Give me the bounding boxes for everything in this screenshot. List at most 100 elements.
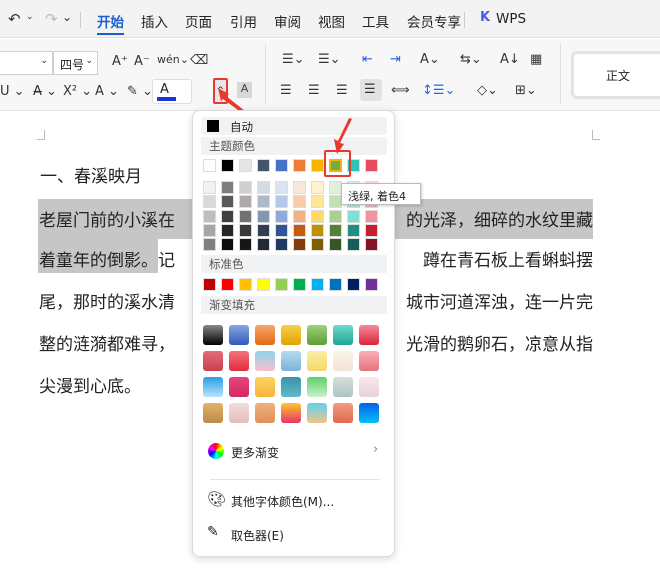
- theme-color-swatch[interactable]: [257, 159, 270, 172]
- wps-ai-button[interactable]: WPS: [496, 11, 526, 27]
- standard-color-swatch[interactable]: [257, 278, 270, 291]
- theme-shade-swatch[interactable]: [239, 209, 252, 223]
- tab-view[interactable]: 视图: [318, 11, 345, 31]
- gradient-swatch[interactable]: [229, 377, 249, 397]
- gradient-swatch[interactable]: [203, 403, 223, 423]
- theme-color-swatch[interactable]: [221, 159, 234, 172]
- theme-shade-swatch[interactable]: [257, 181, 270, 194]
- align-left-icon[interactable]: ☰: [280, 83, 292, 98]
- theme-shade-swatch[interactable]: [347, 209, 360, 223]
- gradient-swatch[interactable]: [203, 377, 223, 397]
- gradient-swatch[interactable]: [359, 403, 379, 423]
- theme-shade-swatch[interactable]: [257, 195, 270, 209]
- gradient-swatch[interactable]: [255, 403, 275, 423]
- text-effect-icon[interactable]: A ⌄: [95, 84, 119, 99]
- style-normal[interactable]: 正文: [571, 51, 660, 99]
- text-direction-icon[interactable]: A⌄: [420, 52, 440, 67]
- theme-shade-swatch[interactable]: [257, 238, 270, 252]
- underline-icon[interactable]: U ⌄: [0, 84, 25, 99]
- theme-shade-swatch[interactable]: [293, 238, 306, 252]
- gradient-swatch[interactable]: [307, 377, 327, 397]
- numbered-list-icon[interactable]: ☰⌄: [318, 52, 341, 67]
- theme-color-swatch[interactable]: [275, 159, 288, 172]
- tab-references[interactable]: 引用: [230, 11, 257, 31]
- tab-review[interactable]: 审阅: [274, 11, 301, 31]
- theme-shade-swatch[interactable]: [311, 181, 324, 194]
- tab-page[interactable]: 页面: [185, 11, 212, 31]
- shrink-font-icon[interactable]: A⁻: [134, 54, 150, 69]
- theme-shade-swatch[interactable]: [293, 223, 306, 237]
- theme-shade-swatch[interactable]: [311, 223, 324, 237]
- undo-dropdown-icon[interactable]: ⌄: [26, 12, 34, 22]
- decrease-indent-icon[interactable]: ⇤: [362, 52, 373, 67]
- theme-shade-swatch[interactable]: [293, 181, 306, 194]
- phonetic-guide-icon[interactable]: wén⌄: [157, 53, 189, 66]
- distributed-icon[interactable]: ⟺: [391, 83, 410, 98]
- more-gradients-item[interactable]: 更多渐变 ›: [201, 439, 387, 463]
- theme-shade-swatch[interactable]: [203, 181, 216, 194]
- theme-color-swatch[interactable]: [293, 159, 306, 172]
- theme-shade-swatch[interactable]: [347, 238, 360, 252]
- standard-color-swatch[interactable]: [293, 278, 306, 291]
- gradient-swatch[interactable]: [255, 377, 275, 397]
- tab-tools[interactable]: 工具: [362, 11, 389, 31]
- standard-color-swatch[interactable]: [203, 278, 216, 291]
- gradient-swatch[interactable]: [281, 351, 301, 371]
- standard-color-swatch[interactable]: [329, 278, 342, 291]
- justify-icon[interactable]: ☰: [360, 79, 382, 101]
- gradient-swatch[interactable]: [229, 325, 249, 345]
- gradient-swatch[interactable]: [333, 325, 353, 345]
- gradient-swatch[interactable]: [281, 325, 301, 345]
- undo-icon[interactable]: ↶: [8, 10, 21, 28]
- standard-color-swatch[interactable]: [221, 278, 234, 291]
- theme-shade-swatch[interactable]: [293, 209, 306, 223]
- gradient-swatch[interactable]: [229, 403, 249, 423]
- gradient-swatch[interactable]: [359, 325, 379, 345]
- highlight-icon[interactable]: ✎ ⌄: [127, 84, 153, 99]
- tab-home[interactable]: 开始: [97, 11, 124, 35]
- gradient-swatch[interactable]: [229, 351, 249, 371]
- bullet-list-icon[interactable]: ☰⌄: [282, 52, 305, 67]
- theme-shade-swatch[interactable]: [311, 209, 324, 223]
- standard-color-swatch[interactable]: [239, 278, 252, 291]
- theme-shade-swatch[interactable]: [203, 195, 216, 209]
- gradient-swatch[interactable]: [281, 403, 301, 423]
- theme-shade-swatch[interactable]: [311, 195, 324, 209]
- theme-shade-swatch[interactable]: [293, 195, 306, 209]
- standard-color-swatch[interactable]: [275, 278, 288, 291]
- theme-shade-swatch[interactable]: [329, 209, 342, 223]
- theme-shade-swatch[interactable]: [203, 209, 216, 223]
- line-spacing-icon[interactable]: ↕☰⌄: [422, 83, 455, 98]
- theme-shade-swatch[interactable]: [365, 238, 378, 252]
- theme-shade-swatch[interactable]: [221, 195, 234, 209]
- gradient-swatch[interactable]: [203, 325, 223, 345]
- grow-font-icon[interactable]: A⁺: [112, 54, 128, 69]
- theme-shade-swatch[interactable]: [329, 223, 342, 237]
- clear-format-icon[interactable]: ⌫: [190, 53, 208, 68]
- gradient-swatch[interactable]: [281, 377, 301, 397]
- theme-shade-swatch[interactable]: [365, 209, 378, 223]
- theme-shade-swatch[interactable]: [221, 181, 234, 194]
- gradient-swatch[interactable]: [333, 351, 353, 371]
- gradient-swatch[interactable]: [307, 325, 327, 345]
- line-break-icon[interactable]: ⇆⌄: [460, 52, 482, 67]
- increase-indent-icon[interactable]: ⇥: [390, 52, 401, 67]
- gradient-swatch[interactable]: [307, 403, 327, 423]
- theme-shade-swatch[interactable]: [275, 181, 288, 194]
- theme-shade-swatch[interactable]: [311, 238, 324, 252]
- theme-shade-swatch[interactable]: [365, 223, 378, 237]
- more-dropdown-icon[interactable]: ⌄: [62, 10, 72, 24]
- theme-shade-swatch[interactable]: [275, 223, 288, 237]
- redo-icon[interactable]: ↷: [45, 10, 58, 28]
- theme-color-swatch[interactable]: [239, 159, 252, 172]
- superscript-icon[interactable]: X² ⌄: [63, 84, 92, 99]
- eyedropper-item[interactable]: ✎ 取色器(E): [201, 522, 387, 546]
- theme-shade-swatch[interactable]: [221, 238, 234, 252]
- theme-shade-swatch[interactable]: [203, 238, 216, 252]
- theme-shade-swatch[interactable]: [239, 195, 252, 209]
- gradient-swatch[interactable]: [333, 377, 353, 397]
- tab-insert[interactable]: 插入: [141, 11, 168, 31]
- sort-icon[interactable]: A↓: [500, 52, 520, 67]
- gradient-swatch[interactable]: [359, 377, 379, 397]
- standard-color-swatch[interactable]: [365, 278, 378, 291]
